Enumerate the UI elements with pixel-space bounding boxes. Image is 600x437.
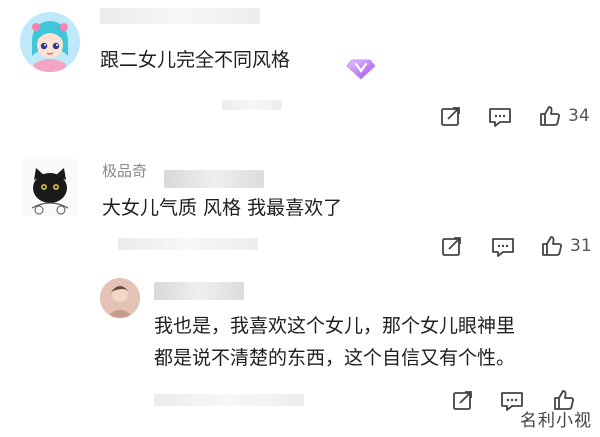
person-avatar-icon: [100, 278, 140, 318]
username-blurred: [100, 8, 260, 24]
thumbs-up-icon: [542, 236, 562, 256]
comment-text: 跟二女儿完全不同风格: [100, 49, 291, 71]
comment-1: 跟二女儿完全不同风格 34: [0, 0, 600, 140]
username-blurred: [164, 170, 264, 188]
reply-button[interactable]: [488, 106, 512, 128]
avatar[interactable]: [100, 278, 140, 318]
like-button[interactable]: 34: [538, 104, 590, 128]
reply-text-line-1: 我也是，我喜欢这个女儿，那个女儿眼神里: [154, 315, 516, 337]
share-icon: [442, 237, 461, 256]
share-button[interactable]: [441, 236, 463, 258]
like-count: 31: [570, 236, 592, 256]
share-icon: [441, 107, 460, 126]
share-icon: [453, 391, 472, 410]
reply-text-line-2: 都是说不清楚的东西，这个自信又有个性。: [154, 347, 516, 369]
black-cat-avatar-icon: [22, 158, 78, 216]
comment-text: 大女儿气质 风格 我最喜欢了: [102, 197, 343, 219]
watermark: 名利小视: [520, 411, 592, 431]
comment-icon: [492, 238, 514, 257]
comment-icon: [489, 108, 511, 127]
username[interactable]: 极品奇: [102, 160, 147, 181]
anime-girl-avatar-icon: [20, 12, 80, 72]
share-button[interactable]: [440, 106, 462, 128]
avatar[interactable]: [22, 158, 78, 216]
purple-gem-badge-icon: [346, 54, 376, 84]
like-count: 34: [568, 106, 590, 126]
comment-2: 极品奇 大女儿气质 风格 我最喜欢了 31: [0, 140, 600, 270]
meta-blurred: [118, 238, 258, 250]
like-button[interactable]: 31: [540, 234, 592, 258]
thumbs-up-icon: [540, 106, 560, 126]
reply-comment: 我也是，我喜欢这个女儿，那个女儿眼神里 都是说不清楚的东西，这个自信又有个性。: [0, 270, 600, 437]
share-button[interactable]: [452, 390, 474, 412]
avatar[interactable]: [20, 12, 80, 72]
reply-button[interactable]: [491, 236, 515, 258]
username-blurred: [154, 282, 244, 300]
meta-blurred: [222, 100, 282, 110]
meta-blurred: [154, 394, 304, 406]
